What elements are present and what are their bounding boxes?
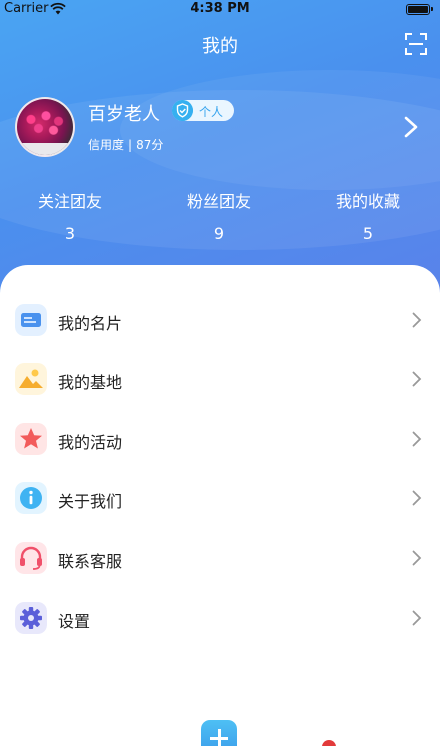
add-button[interactable] <box>201 720 237 746</box>
menu-label: 我的基地 <box>58 373 123 392</box>
headset-icon <box>15 542 47 574</box>
info-icon <box>15 482 47 514</box>
chevron-right-icon <box>412 371 422 387</box>
battery-icon <box>406 4 433 15</box>
business-card-icon <box>15 304 47 336</box>
menu-label: 联系客服 <box>58 552 123 571</box>
settings-icon <box>15 602 47 634</box>
stat-followers[interactable]: 粉丝团友 9 <box>149 188 289 243</box>
stat-label: 粉丝团友 <box>186 192 251 211</box>
stat-value: 5 <box>362 224 374 243</box>
chevron-right-icon <box>412 550 422 566</box>
stat-label: 关注团友 <box>37 192 102 211</box>
menu-label: 我的活动 <box>58 433 123 452</box>
username: 百岁老人 <box>88 104 160 125</box>
scan-icon[interactable] <box>404 32 428 56</box>
account-type-badge: 个人 <box>172 100 234 121</box>
base-icon <box>15 363 47 395</box>
chevron-right-icon <box>412 312 422 328</box>
stat-following[interactable]: 关注团友 3 <box>0 188 140 243</box>
chevron-right-icon <box>412 610 422 626</box>
badge-label: 个人 <box>199 105 224 119</box>
stat-value: 3 <box>64 224 76 243</box>
menu-label: 我的名片 <box>58 314 123 333</box>
profile-chevron-right-icon[interactable] <box>404 116 418 138</box>
chevron-right-icon <box>412 431 422 447</box>
stat-value: 9 <box>213 224 225 243</box>
stat-label: 我的收藏 <box>335 192 400 211</box>
stat-favorites[interactable]: 我的收藏 5 <box>298 188 438 243</box>
credit-value: 87分 <box>136 138 164 152</box>
menu-label: 设置 <box>58 612 91 631</box>
menu-item-settings[interactable]: 设置 <box>0 594 440 642</box>
menu-item-activities[interactable]: 我的活动 <box>0 415 440 463</box>
menu-item-about-us[interactable]: 关于我们 <box>0 474 440 522</box>
credit-label: 信用度 <box>88 138 125 152</box>
star-icon <box>15 423 47 455</box>
chevron-right-icon <box>412 490 422 506</box>
credit-score: 信用度 | 87分 <box>88 138 164 152</box>
status-bar: Carrier 4:38 PM <box>0 0 440 20</box>
shield-icon <box>172 100 193 121</box>
avatar[interactable] <box>15 97 75 157</box>
menu-label: 关于我们 <box>58 492 123 511</box>
menu-card: 我的名片 我的基地 我的活动 关于我们 联系客服 设置 <box>0 265 440 746</box>
status-time: 4:38 PM <box>190 1 250 16</box>
menu-item-customer-service[interactable]: 联系客服 <box>0 534 440 582</box>
menu-item-business-card[interactable]: 我的名片 <box>0 296 440 344</box>
page-title: 我的 <box>202 36 238 57</box>
menu-item-base[interactable]: 我的基地 <box>0 355 440 403</box>
